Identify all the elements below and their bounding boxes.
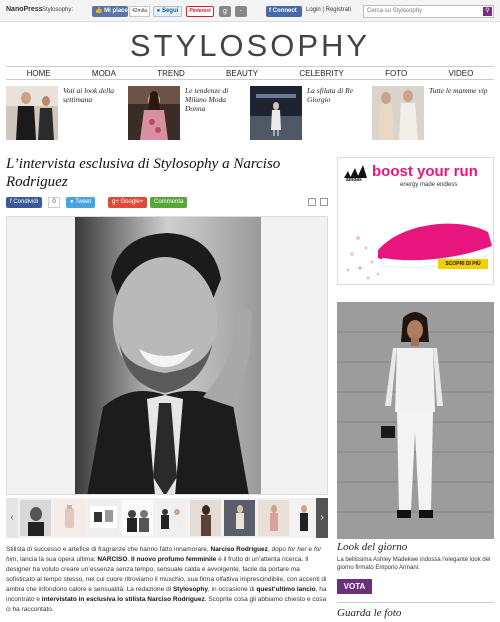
teaser-image[interactable]	[372, 86, 424, 140]
main-nav: HOME MODA TREND BEAUTY CELEBRITY FOTO VI…	[6, 66, 494, 80]
gallery-thumb[interactable]	[20, 500, 51, 536]
gallery-thumb[interactable]	[224, 500, 255, 536]
photos-section-title: Guarda le foto	[337, 607, 402, 619]
network-logo[interactable]: NanoPress	[6, 6, 43, 13]
look-of-the-day-image[interactable]	[337, 302, 494, 539]
login-register-link[interactable]: Login | Registrati	[306, 7, 351, 13]
connect-label: Connect	[272, 8, 297, 14]
ad-tagline: energy made endless	[400, 182, 458, 188]
gallery-thumb[interactable]	[156, 500, 187, 536]
teaser-image[interactable]	[128, 86, 180, 140]
article-main-image[interactable]	[6, 216, 328, 495]
top-bar: NanoPress Stylosophy: 👍 Mi piace 42mila …	[0, 0, 500, 22]
gallery-thumb[interactable]	[258, 500, 289, 536]
nav-home[interactable]: HOME	[27, 69, 51, 78]
article-body: Stilista di successo e artefice di fragr…	[6, 546, 327, 613]
share-count: 0	[48, 197, 60, 208]
nav-moda[interactable]: MODA	[92, 69, 116, 78]
like-count: 42mila	[129, 6, 150, 17]
follow-label: Segui	[161, 8, 179, 14]
nav-foto[interactable]: FOTO	[385, 69, 407, 78]
tweet-label: Tweet	[75, 199, 92, 205]
portrait-photo	[7, 217, 327, 494]
chevron-right-icon[interactable]: ›	[316, 498, 328, 538]
share-label: Condividi	[13, 199, 39, 205]
look-photo	[337, 302, 494, 539]
site-label: Stylosophy:	[42, 7, 74, 13]
chevron-left-icon[interactable]: ‹	[6, 498, 18, 538]
like-label: Mi piace	[104, 8, 128, 14]
facebook-icon: f	[10, 199, 12, 205]
site-logo[interactable]: STYLOSOPHY	[0, 28, 500, 64]
nav-video[interactable]: VIDEO	[448, 69, 473, 78]
google-label: Google+	[120, 199, 144, 205]
ad-cta-button[interactable]: SCOPRI DI PIÙ	[438, 259, 488, 269]
bird-icon: ●	[156, 8, 161, 14]
rss-icon[interactable]: ⋅	[235, 6, 247, 17]
facebook-like-button[interactable]: 👍 Mi piace	[92, 6, 128, 17]
google-plus-icon[interactable]: g	[219, 6, 231, 17]
facebook-connect-button[interactable]: f Connect	[266, 6, 302, 17]
article-headline: L’intervista esclusiva di Stylosophy a N…	[6, 156, 281, 190]
gallery-thumb[interactable]	[122, 500, 153, 536]
look-of-the-day-description: La bellissima Ashley Madekwe indossa l’e…	[337, 557, 491, 571]
ad-headline: boost your run	[372, 163, 478, 180]
look-of-the-day-title: Look del giorno	[337, 541, 408, 553]
thumb-up-icon: 👍	[95, 8, 103, 14]
share-bar: f Condividi 0 ● Tweet g+ Google+ Comment…	[6, 197, 331, 209]
teaser-image[interactable]	[6, 86, 58, 140]
search-icon[interactable]: ⚲	[483, 7, 492, 16]
nav-beauty[interactable]: BEAUTY	[226, 69, 258, 78]
teaser-title[interactable]: Tutte le mamme vip	[429, 86, 489, 95]
ad-brand: adidas	[346, 177, 362, 183]
photo-gallery-strip: ‹ ›	[6, 498, 328, 538]
pinterest-button[interactable]: Pinterest	[186, 6, 214, 17]
search-placeholder: Cerca su Stylosophy	[367, 8, 423, 14]
tweet-button[interactable]: ● Tweet	[66, 197, 96, 208]
teaser-image[interactable]	[250, 86, 302, 140]
facebook-share-button[interactable]: f Condividi	[6, 197, 43, 208]
google-plus-icon: g+	[112, 199, 119, 205]
print-icon[interactable]	[320, 198, 328, 206]
teaser-title[interactable]: Voti ai look della settimana	[63, 86, 123, 104]
gallery-thumb[interactable]	[190, 500, 221, 536]
adidas-ad-banner[interactable]: adidas boost your run energy made endles…	[337, 157, 494, 285]
teaser-title[interactable]: La sfilata di Re Giorgio	[307, 86, 367, 104]
search-input[interactable]: Cerca su Stylosophy ⚲	[363, 5, 494, 18]
sidebar-divider	[337, 602, 494, 603]
comments-button[interactable]: Commenta	[150, 197, 188, 208]
gallery-thumb[interactable]	[54, 500, 85, 536]
facebook-icon: f	[269, 8, 271, 14]
nav-celebrity[interactable]: CELEBRITY	[299, 69, 343, 78]
google-plus-button[interactable]: g+ Google+	[108, 197, 148, 208]
vote-button[interactable]: VOTA	[337, 579, 372, 594]
email-icon[interactable]	[308, 198, 316, 206]
nav-trend[interactable]: TREND	[157, 69, 185, 78]
teaser-title[interactable]: Le tendenze di Milano Moda Donna	[185, 86, 245, 113]
bird-icon: ●	[70, 199, 74, 205]
twitter-follow-button[interactable]: ● Segui	[153, 6, 182, 17]
gallery-thumb[interactable]	[88, 500, 119, 536]
